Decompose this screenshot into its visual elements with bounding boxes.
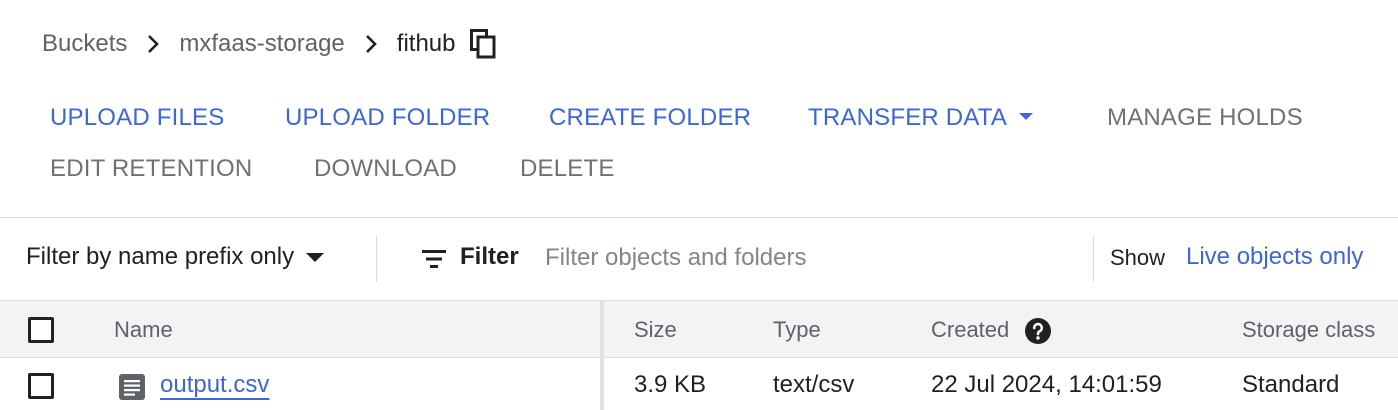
- column-header-created[interactable]: Created: [931, 317, 1009, 343]
- column-header-name[interactable]: Name: [114, 317, 173, 343]
- objects-table: Name Size Type Created Storage class out…: [0, 300, 1398, 410]
- table-row: output.csv 3.9 KB text/csv 22 Jul 2024, …: [0, 358, 1398, 410]
- object-actions-toolbar: UPLOAD FILES UPLOAD FOLDER CREATE FOLDER…: [0, 100, 1398, 210]
- breadcrumb: Buckets mxfaas-storage fithub: [42, 28, 496, 60]
- object-size: 3.9 KB: [634, 371, 707, 398]
- edit-retention-button[interactable]: EDIT RETENTION: [50, 154, 252, 184]
- show-label: Show: [1110, 245, 1166, 270]
- transfer-data-label: TRANSFER DATA: [808, 104, 1008, 131]
- object-type: text/csv: [773, 371, 855, 398]
- prefix-filter-label: Filter by name prefix only: [26, 243, 295, 270]
- column-header-size[interactable]: Size: [634, 317, 677, 343]
- column-header-type[interactable]: Type: [773, 317, 821, 343]
- row-select-checkbox[interactable]: [28, 373, 54, 399]
- filter-bar: Filter by name prefix only Filter Show L…: [0, 218, 1398, 300]
- show-divider: [1093, 236, 1094, 282]
- select-all-checkbox[interactable]: [28, 317, 54, 343]
- caret-down-icon: [306, 252, 325, 262]
- column-header-storage-class[interactable]: Storage class: [1242, 317, 1375, 343]
- object-version-select[interactable]: Live objects only: [1186, 243, 1363, 271]
- create-folder-button[interactable]: CREATE FOLDER: [549, 103, 751, 133]
- download-button[interactable]: DOWNLOAD: [314, 154, 457, 184]
- filter-divider: [376, 236, 377, 282]
- manage-holds-button[interactable]: MANAGE HOLDS: [1107, 103, 1303, 133]
- filter-list-icon: [420, 248, 448, 270]
- caret-down-icon: [1019, 113, 1034, 121]
- prefix-filter-select[interactable]: Filter by name prefix only: [26, 243, 325, 271]
- object-created: 22 Jul 2024, 14:01:59: [931, 371, 1162, 398]
- file-icon: [118, 373, 146, 401]
- object-name-link[interactable]: output.csv: [160, 371, 269, 399]
- chevron-right-icon: [345, 28, 397, 60]
- table-header: Name Size Type Created Storage class: [0, 300, 1398, 358]
- transfer-data-button[interactable]: TRANSFER DATA: [808, 103, 1034, 133]
- breadcrumb-bucket-link[interactable]: mxfaas-storage: [179, 30, 344, 58]
- help-icon[interactable]: [1024, 317, 1052, 345]
- upload-files-button[interactable]: UPLOAD FILES: [50, 103, 224, 133]
- chevron-right-icon: [127, 28, 179, 60]
- filter-label: Filter: [460, 243, 519, 270]
- copy-icon[interactable]: [469, 29, 496, 59]
- filter-objects-input[interactable]: [545, 240, 1075, 276]
- object-storage-class: Standard: [1242, 371, 1340, 398]
- breadcrumb-current-folder: fithub: [396, 30, 456, 57]
- breadcrumb-buckets-link[interactable]: Buckets: [42, 30, 127, 58]
- delete-button[interactable]: DELETE: [520, 154, 615, 184]
- upload-folder-button[interactable]: UPLOAD FOLDER: [285, 103, 490, 133]
